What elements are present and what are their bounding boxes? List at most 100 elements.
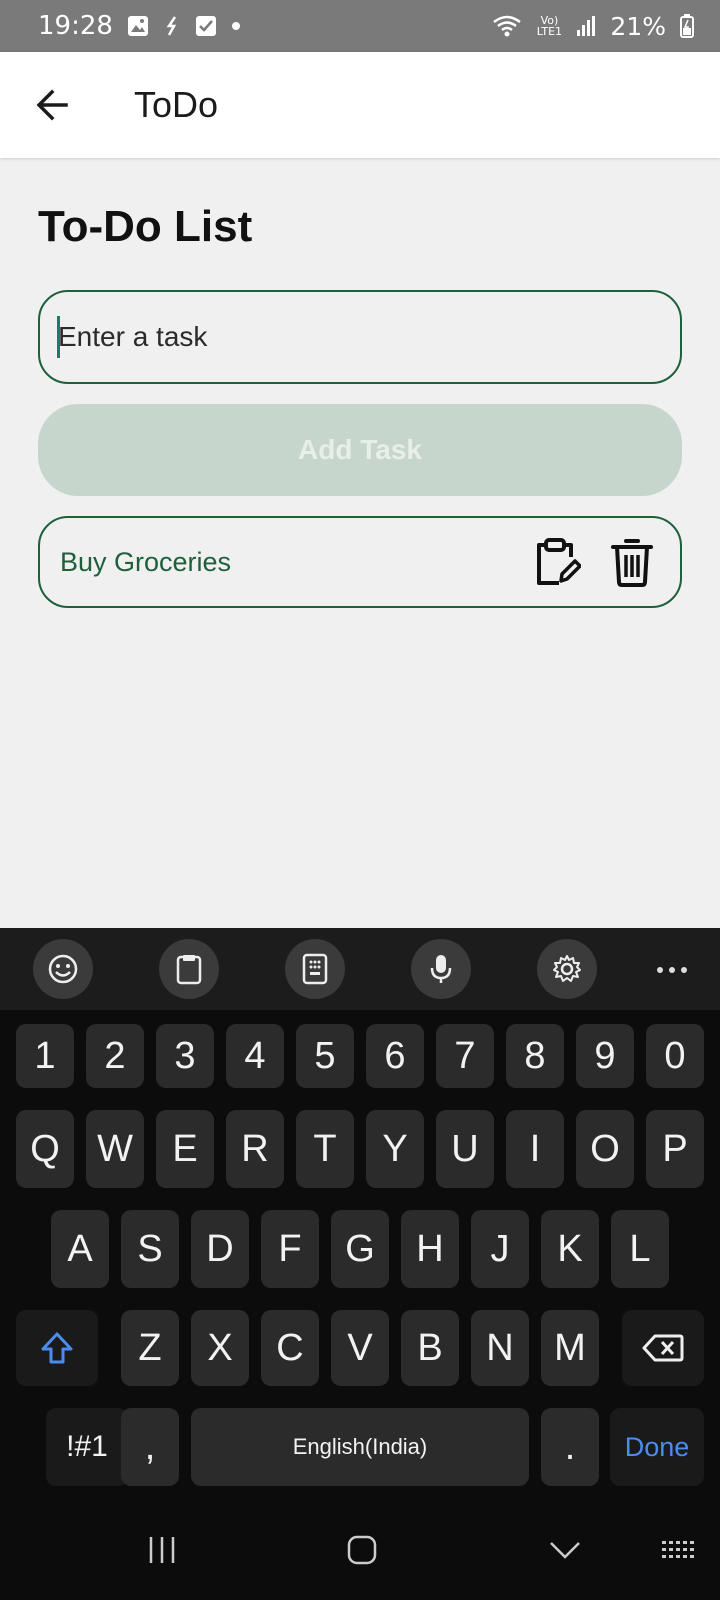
- key-7[interactable]: 7: [436, 1024, 494, 1088]
- trash-icon: [611, 539, 653, 587]
- gallery-icon: [127, 15, 149, 37]
- task-text: Buy Groceries: [60, 546, 232, 577]
- emoji-button[interactable]: [33, 939, 93, 999]
- key-c[interactable]: C: [261, 1310, 319, 1386]
- key-b[interactable]: B: [401, 1310, 459, 1386]
- key-4[interactable]: 4: [226, 1024, 284, 1088]
- key-w[interactable]: W: [86, 1110, 144, 1188]
- back-button[interactable]: [24, 77, 80, 133]
- middle-letter-row: A S D F G H J K L: [0, 1210, 720, 1288]
- comma-key[interactable]: ,: [121, 1408, 179, 1486]
- key-3[interactable]: 3: [156, 1024, 214, 1088]
- status-left: 19:28: [38, 11, 241, 41]
- clipboard-icon: [176, 955, 202, 985]
- signal-icon: [576, 15, 596, 37]
- key-q[interactable]: Q: [16, 1110, 74, 1188]
- key-o[interactable]: O: [576, 1110, 634, 1188]
- space-bar[interactable]: English(India): [191, 1408, 529, 1486]
- chevron-down-icon: [550, 1542, 580, 1559]
- battery-percentage: 21%: [610, 11, 666, 41]
- key-l[interactable]: L: [611, 1210, 669, 1288]
- more-options-button[interactable]: [652, 950, 692, 990]
- text-cursor: [57, 316, 60, 358]
- key-z[interactable]: Z: [121, 1310, 179, 1386]
- recent-apps-icon: [149, 1537, 175, 1563]
- status-time: 19:28: [38, 11, 113, 41]
- key-y[interactable]: Y: [366, 1110, 424, 1188]
- shift-arrow-icon: [41, 1332, 73, 1364]
- status-right: Vo) LTE1 21%: [492, 12, 694, 41]
- arrow-left-icon: [36, 89, 68, 121]
- app-bar: ToDo: [0, 52, 720, 158]
- battery-charging-icon: [680, 14, 694, 38]
- key-a[interactable]: A: [51, 1210, 109, 1288]
- microphone-icon: [430, 955, 452, 983]
- wifi-icon: [492, 14, 522, 38]
- keyboard: 1 2 3 4 5 6 7 8 9 0 Q W E R T Y U I O P …: [0, 928, 720, 1498]
- keyboard-icon: [662, 1541, 694, 1558]
- volte-icon: Vo) LTE1: [536, 14, 563, 38]
- key-v[interactable]: V: [331, 1310, 389, 1386]
- key-u[interactable]: U: [436, 1110, 494, 1188]
- top-letter-row: Q W E R T Y U I O P: [0, 1110, 720, 1188]
- page-title: To-Do List: [38, 202, 253, 251]
- keyboard-switch-button[interactable]: [660, 1528, 698, 1572]
- key-9[interactable]: 9: [576, 1024, 634, 1088]
- key-x[interactable]: X: [191, 1310, 249, 1386]
- key-m[interactable]: M: [541, 1310, 599, 1386]
- keypad-layout-button[interactable]: [285, 939, 345, 999]
- status-bar: 19:28 Vo) LTE1 21%: [0, 0, 720, 52]
- emoji-icon: [48, 954, 78, 984]
- keyboard-toolbar: [0, 928, 720, 1010]
- shift-key[interactable]: [16, 1310, 98, 1386]
- key-n[interactable]: N: [471, 1310, 529, 1386]
- key-g[interactable]: G: [331, 1210, 389, 1288]
- key-6[interactable]: 6: [366, 1024, 424, 1088]
- key-s[interactable]: S: [121, 1210, 179, 1288]
- key-d[interactable]: D: [191, 1210, 249, 1288]
- key-e[interactable]: E: [156, 1110, 214, 1188]
- key-i[interactable]: I: [506, 1110, 564, 1188]
- checkbox-notification-icon: [195, 15, 217, 37]
- key-p[interactable]: P: [646, 1110, 704, 1188]
- key-2[interactable]: 2: [86, 1024, 144, 1088]
- bottom-letter-row: Z X C V B N M: [0, 1310, 720, 1388]
- home-icon: [347, 1535, 377, 1565]
- function-row: !#1 , English(India) . Done: [0, 1408, 720, 1486]
- key-r[interactable]: R: [226, 1110, 284, 1188]
- key-j[interactable]: J: [471, 1210, 529, 1288]
- backspace-icon: [642, 1334, 684, 1362]
- backspace-key[interactable]: [622, 1310, 704, 1386]
- key-t[interactable]: T: [296, 1110, 354, 1188]
- voice-input-button[interactable]: [411, 939, 471, 999]
- clipboard-button[interactable]: [159, 939, 219, 999]
- done-key[interactable]: Done: [610, 1408, 704, 1486]
- app-title: ToDo: [134, 84, 219, 125]
- key-1[interactable]: 1: [16, 1024, 74, 1088]
- key-0[interactable]: 0: [646, 1024, 704, 1088]
- more-horizontal-icon: [657, 967, 687, 973]
- period-key[interactable]: .: [541, 1408, 599, 1486]
- recent-apps-button[interactable]: [144, 1528, 180, 1572]
- main-content: To-Do List Add Task Buy Groceries: [38, 158, 682, 608]
- clipboard-edit-icon: [537, 538, 581, 585]
- task-input-container[interactable]: [38, 290, 682, 384]
- key-h[interactable]: H: [401, 1210, 459, 1288]
- keyboard-settings-button[interactable]: [537, 939, 597, 999]
- symbols-key[interactable]: !#1: [46, 1408, 128, 1486]
- task-list-item: Buy Groceries: [38, 516, 682, 608]
- home-button[interactable]: [342, 1528, 382, 1572]
- task-input[interactable]: [56, 292, 680, 382]
- key-5[interactable]: 5: [296, 1024, 354, 1088]
- edit-task-button[interactable]: [534, 536, 582, 588]
- key-f[interactable]: F: [261, 1210, 319, 1288]
- dot-icon: [231, 21, 241, 31]
- navigation-bar: [0, 1498, 720, 1600]
- keypad-icon: [302, 953, 328, 985]
- key-8[interactable]: 8: [506, 1024, 564, 1088]
- key-k[interactable]: K: [541, 1210, 599, 1288]
- add-task-button[interactable]: Add Task: [38, 404, 682, 496]
- hide-keyboard-button[interactable]: [546, 1528, 584, 1572]
- delete-task-button[interactable]: [608, 536, 656, 588]
- number-row: 1 2 3 4 5 6 7 8 9 0: [0, 1024, 720, 1102]
